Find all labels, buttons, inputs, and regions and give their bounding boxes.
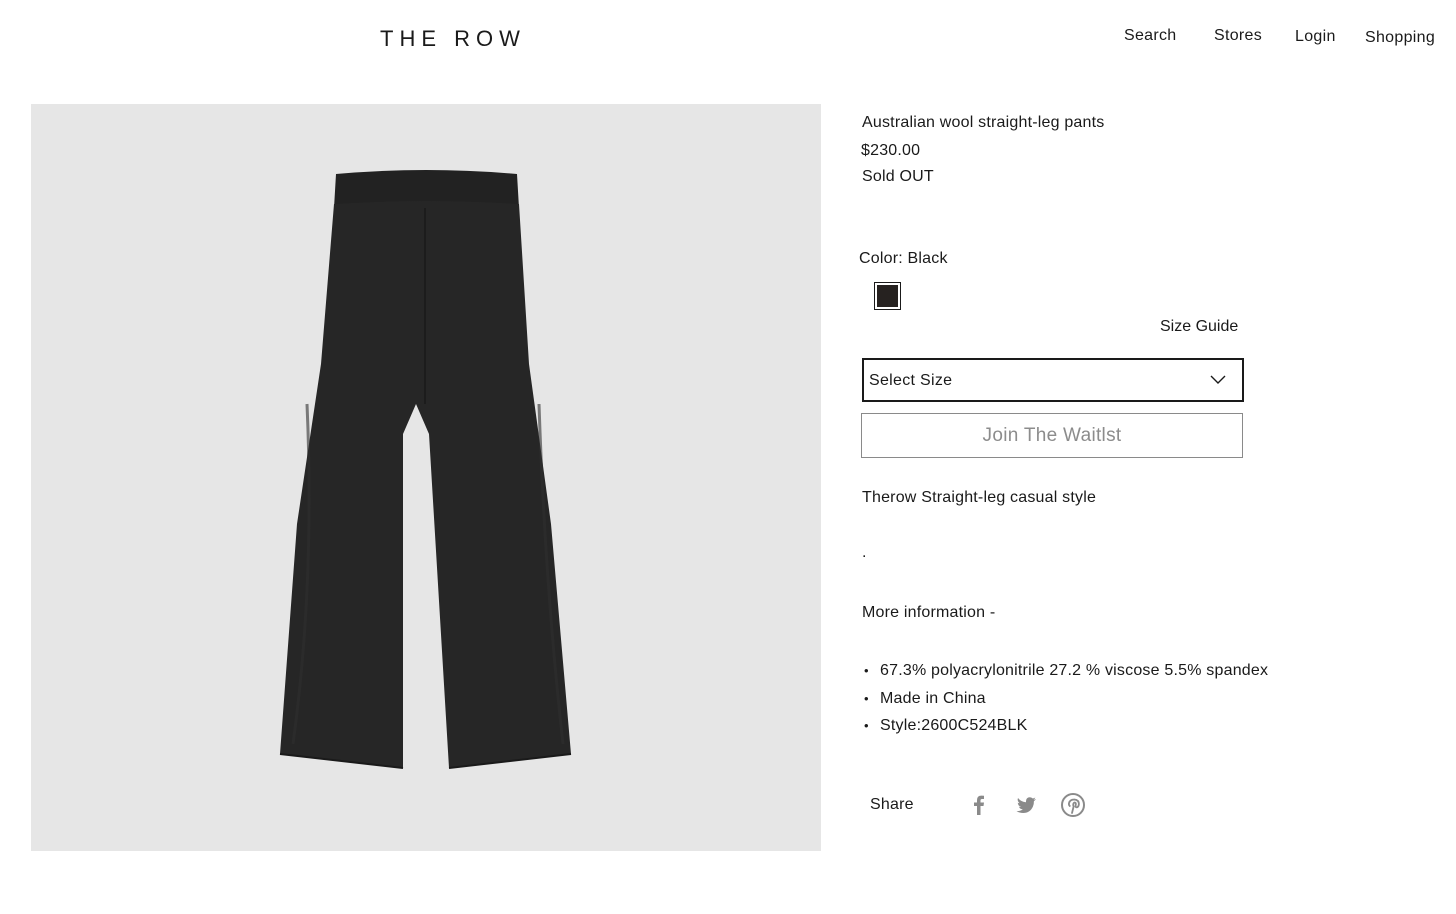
nav-login[interactable]: Login [1295, 28, 1336, 46]
nav-stores[interactable]: Stores [1214, 27, 1262, 45]
more-information[interactable]: More information - [862, 604, 995, 622]
product-title: Australian wool straight-leg pants [862, 114, 1105, 131]
color-swatch-black[interactable] [874, 282, 901, 310]
site-header: THE ROW Search Stores Login Shopping [0, 0, 1456, 80]
join-waitlist-label: Join The Waitlst [982, 424, 1122, 446]
size-guide-link[interactable]: Size Guide [1160, 318, 1238, 336]
product-image[interactable] [31, 104, 821, 851]
product-description: Therow Straight-leg casual style [862, 489, 1097, 506]
twitter-icon[interactable] [1013, 792, 1039, 818]
detail-origin: Made in China [864, 688, 1268, 716]
nav-search[interactable]: Search [1124, 27, 1177, 45]
availability-status: Sold OUT [862, 168, 934, 185]
color-label: Color: Black [859, 250, 948, 267]
pants-illustration [279, 170, 572, 769]
chevron-down-icon [1210, 375, 1226, 384]
detail-composition: 67.3% polyacrylonitrile 27.2 % viscose 5… [864, 660, 1268, 688]
nav-shopping[interactable]: Shopping [1365, 29, 1435, 47]
product-price: $230.00 [861, 142, 921, 159]
swatch-fill [877, 285, 898, 307]
share-label: Share [870, 796, 914, 813]
size-select-label: Select Size [869, 372, 953, 389]
brand-logo[interactable]: THE ROW [380, 26, 526, 52]
facebook-icon[interactable] [966, 792, 992, 818]
description-separator: . [862, 544, 867, 561]
pinterest-icon[interactable] [1060, 792, 1086, 818]
detail-style: Style:2600C524BLK [864, 715, 1268, 743]
join-waitlist-button[interactable]: Join The Waitlst [861, 413, 1243, 458]
product-details-list: 67.3% polyacrylonitrile 27.2 % viscose 5… [864, 660, 1268, 743]
size-select[interactable]: Select Size [862, 358, 1244, 402]
